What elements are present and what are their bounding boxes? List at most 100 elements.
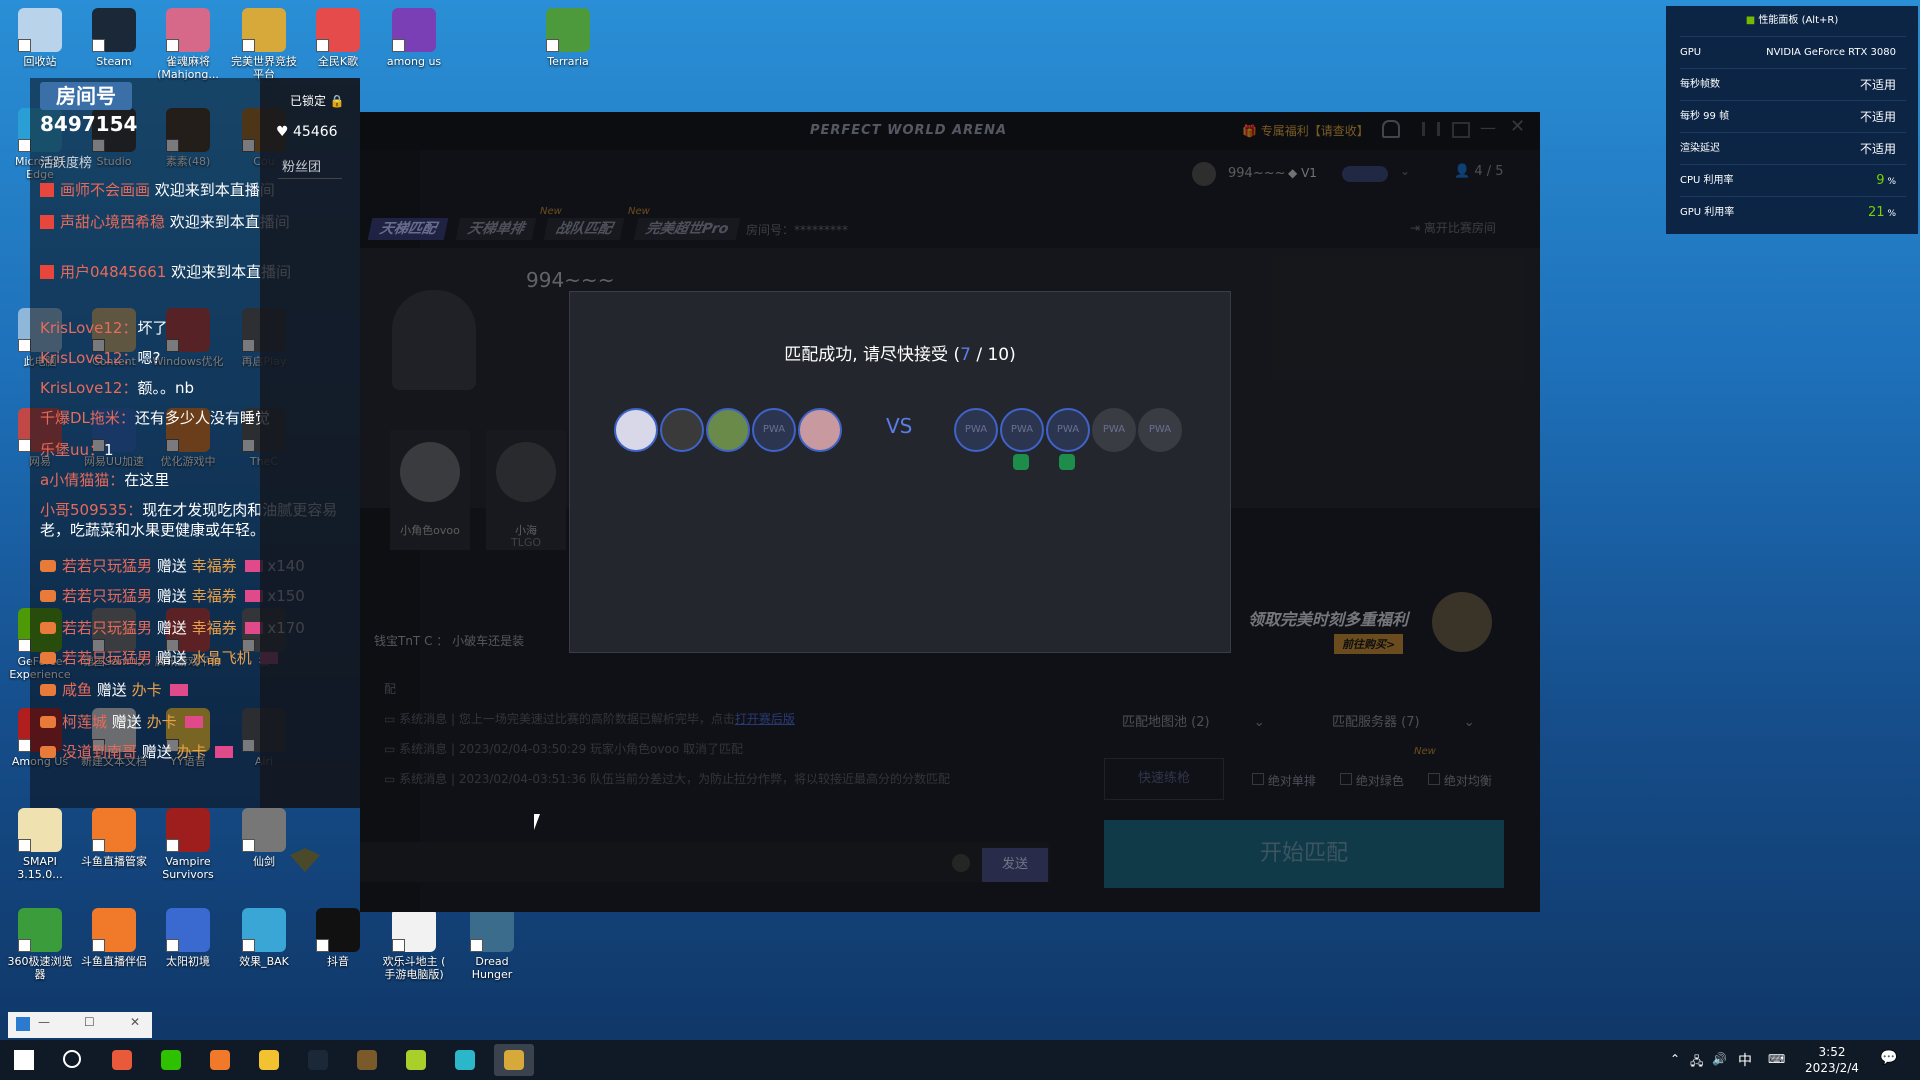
keyboard-icon[interactable]: ⌨ xyxy=(1768,1052,1785,1066)
chat-user[interactable]: 声甜心境西希稳 xyxy=(60,213,170,231)
fish-icon xyxy=(40,652,56,664)
shortcut-arrow-icon xyxy=(92,39,105,52)
taskbar-uu-booster-button[interactable] xyxy=(445,1044,485,1076)
desktop-icon[interactable]: Dread Hunger xyxy=(456,908,528,981)
gift-user[interactable]: 没道到南哥 xyxy=(62,743,142,761)
maximize-button[interactable]: ☐ xyxy=(84,1015,95,1029)
taskbar-start-button[interactable] xyxy=(4,1044,44,1076)
chat-text: 1 xyxy=(104,441,114,459)
rank-label: 活跃度榜 xyxy=(40,156,93,171)
fish-icon xyxy=(40,622,56,634)
desktop-icon[interactable]: 抖音 xyxy=(302,908,374,968)
desktop-icon-label: among us xyxy=(386,55,442,68)
nvidia-icon: ■ xyxy=(1745,15,1756,26)
desktop-icon[interactable]: 欢乐斗地主 ( 手游电脑版) xyxy=(378,908,450,981)
teammate-avatar xyxy=(798,408,842,452)
chat-user[interactable]: 画师不会画画 xyxy=(60,181,155,199)
perf-label: 渲染延迟 xyxy=(1680,143,1720,154)
chat-user[interactable]: 用户04845661 xyxy=(60,263,171,281)
taskbar-360-browser-button[interactable] xyxy=(102,1044,142,1076)
chat-message: 千爆DL拖米：还有多少人没有睡觉 xyxy=(40,408,270,428)
chat-user[interactable]: KrisLove12： xyxy=(40,379,137,397)
opponent-avatar: PWA xyxy=(1092,408,1136,452)
gift-user[interactable]: 咸鱼 xyxy=(62,681,97,699)
desktop-icon[interactable]: 仙剑 xyxy=(228,808,300,868)
app-icon xyxy=(392,908,436,952)
taskbar-yy-button[interactable] xyxy=(249,1044,289,1076)
uu-booster-icon xyxy=(455,1050,475,1070)
chat-user[interactable]: KrisLove12： xyxy=(40,319,137,337)
desktop-icon[interactable]: 360极速浏览器 xyxy=(4,908,76,981)
shortcut-arrow-icon xyxy=(470,939,483,952)
chat-user[interactable]: 千爆DL拖米： xyxy=(40,409,135,427)
chat-user[interactable]: a小倩猫猫： xyxy=(40,471,124,489)
desktop-icon-label: Vampire Survivors xyxy=(162,855,214,881)
search-icon xyxy=(63,1050,81,1068)
app-icon xyxy=(18,808,62,852)
gift-user[interactable]: 柯莲城 xyxy=(62,713,112,731)
network-icon[interactable]: 🖧 xyxy=(1690,1052,1703,1073)
perf-value: 不适用 xyxy=(1859,78,1896,92)
stream-side-column: 已锁定 🔒 ♥ 45466 粉丝团 xyxy=(260,78,360,872)
chat-user[interactable]: 小哥509535： xyxy=(40,501,142,519)
desktop-icon[interactable]: SMAPI 3.15.0... xyxy=(4,808,76,881)
shortcut-arrow-icon xyxy=(92,839,105,852)
taskbar-steam-button[interactable] xyxy=(298,1044,338,1076)
opponent-avatar: PWA xyxy=(954,408,998,452)
taskbar-csgo-helper-button[interactable] xyxy=(347,1044,387,1076)
gift-name: 水晶飞机 xyxy=(191,649,257,667)
shortcut-arrow-icon xyxy=(166,39,179,52)
taskbar-douyu-button[interactable] xyxy=(200,1044,240,1076)
fans-club[interactable]: 粉丝团 xyxy=(282,156,321,175)
gift-name: 办卡 xyxy=(176,743,212,761)
desktop-icon[interactable]: Terraria xyxy=(532,8,604,68)
chat-user[interactable]: 乐堡uu： xyxy=(40,441,104,459)
chat-message: 声甜心境西希稳 欢迎来到本直播间 xyxy=(40,212,290,232)
desktop-icon[interactable]: among us xyxy=(378,8,450,68)
taskbar-app-green-button[interactable] xyxy=(396,1044,436,1076)
heat-counter: ♥ 45466 xyxy=(276,124,338,140)
floating-window[interactable]: — ☐ ✕ xyxy=(8,1012,152,1038)
desktop-icon-label: 太阳初境 xyxy=(166,955,210,968)
perf-row: 每秒帧数 不适用 xyxy=(1680,68,1906,101)
desktop-icon[interactable]: 全民K歌 xyxy=(302,8,374,68)
desktop-icon[interactable]: 斗鱼直播伴侣 xyxy=(78,908,150,968)
yy-icon xyxy=(259,1050,279,1070)
clock[interactable]: 3:52 2023/2/4 xyxy=(1800,1044,1864,1076)
clock-time: 3:52 xyxy=(1818,1045,1846,1059)
app-icon xyxy=(470,908,514,952)
shortcut-arrow-icon xyxy=(546,39,559,52)
desktop-icon[interactable]: 太阳初境 xyxy=(152,908,224,968)
perf-unit: % xyxy=(1884,209,1896,219)
desktop-icon[interactable]: Steam xyxy=(78,8,150,68)
desktop-icon-label: 全民K歌 xyxy=(317,55,359,68)
ime-indicator[interactable]: 中 xyxy=(1738,1050,1752,1070)
gift-verb: 赠送 xyxy=(156,557,192,575)
gift-user[interactable]: 若若只玩猛男 xyxy=(62,649,157,667)
desktop-icon[interactable]: 斗鱼直播管家 xyxy=(78,808,150,868)
chat-user[interactable]: KrisLove12： xyxy=(40,349,137,367)
desktop-icon[interactable]: 效果_BAK xyxy=(228,908,300,968)
gift-user[interactable]: 若若只玩猛男 xyxy=(62,557,157,575)
desktop-icon[interactable]: 雀魂麻将(Mahjong... xyxy=(152,8,224,81)
gift-verb: 赠送 xyxy=(96,681,132,699)
taskbar-perfect-world-button[interactable] xyxy=(494,1044,534,1076)
notification-icon[interactable]: 💬 xyxy=(1880,1050,1897,1066)
gift-user[interactable]: 若若只玩猛男 xyxy=(62,619,157,637)
taskbar-search-button[interactable] xyxy=(53,1044,93,1076)
minimize-button[interactable]: — xyxy=(38,1015,50,1029)
gift-name: 办卡 xyxy=(131,681,167,699)
gift-name: 办卡 xyxy=(146,713,182,731)
taskbar-wechat-button[interactable] xyxy=(151,1044,191,1076)
divider xyxy=(278,178,342,179)
shortcut-arrow-icon xyxy=(392,939,405,952)
tray-chevron-icon[interactable]: ⌃ xyxy=(1670,1052,1680,1066)
desktop-icon[interactable]: 完美世界竞技平台 xyxy=(228,8,300,81)
gift-user[interactable]: 若若只玩猛男 xyxy=(62,587,157,605)
desktop-icon[interactable]: 回收站 xyxy=(4,8,76,68)
volume-icon[interactable]: 🔊 xyxy=(1712,1052,1727,1066)
desktop-icon[interactable]: Vampire Survivors xyxy=(152,808,224,881)
gift-icon xyxy=(185,716,204,728)
close-button[interactable]: ✕ xyxy=(130,1015,140,1029)
gift-name: 幸福券 xyxy=(191,587,242,605)
